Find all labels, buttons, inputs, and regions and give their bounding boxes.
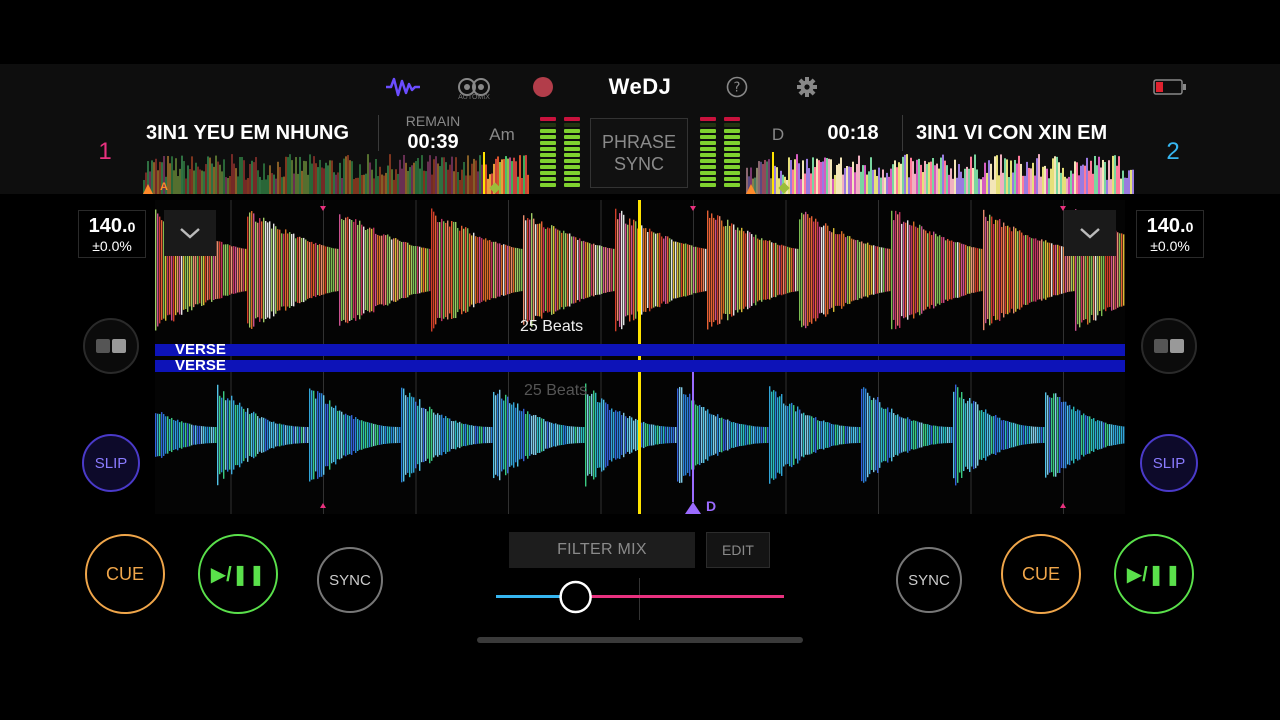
waveform-icon[interactable] <box>384 72 422 102</box>
deck2-bpm-display[interactable]: 140.0 ±0.0% <box>1136 210 1204 258</box>
deck2-section-label: VERSE <box>175 357 226 374</box>
phrase-sync-line1: PHRASE <box>601 132 677 152</box>
deck2-cue-button[interactable]: CUE <box>1001 534 1081 614</box>
deck1-number: 1 <box>98 138 112 165</box>
automix-label: AUTOMIX <box>458 94 490 101</box>
deck1-level-meter-r <box>564 117 580 189</box>
divider <box>378 115 379 151</box>
deck1-overview-waveform[interactable] <box>143 152 529 194</box>
phrase-sync-button[interactable]: PHRASE SYNC <box>590 118 688 188</box>
deck2-number: 2 <box>1166 138 1180 165</box>
deck1-sync-button[interactable]: SYNC <box>317 547 383 613</box>
deck1-section-label: VERSE <box>175 341 226 358</box>
divider <box>902 115 903 151</box>
deck2-level-meter-r <box>724 117 740 189</box>
record-icon[interactable] <box>530 72 556 102</box>
deck2-bpm-decimal: 0 <box>1185 219 1194 235</box>
deck1-beats-label: 25 Beats <box>520 318 584 335</box>
deck1-bpm-main: 140. <box>88 215 128 237</box>
deck1-pad-toggle-button[interactable] <box>83 318 139 374</box>
deck2-phrase-bar: VERSE <box>155 357 1125 374</box>
deck1-hotcue-marker-label: A <box>160 181 168 193</box>
automix-icon[interactable]: AUTOMIX <box>454 72 494 102</box>
deck1-phrase-bar: VERSE <box>155 341 1125 358</box>
deck1-bpm-display[interactable]: 140.0 ±0.0% <box>78 210 146 258</box>
filter-mix-button[interactable]: FILTER MIX <box>509 532 695 568</box>
deck2-key: D <box>771 125 785 144</box>
crossfader[interactable] <box>496 578 784 620</box>
deck1-remain-label: REMAIN <box>405 113 461 129</box>
pad-toggle-icon <box>96 339 126 353</box>
deck1-expand-button[interactable] <box>164 210 216 256</box>
deck2-track-title[interactable]: 3IN1 VI CON XIN EM <box>916 122 1128 145</box>
battery-icon <box>1150 72 1190 102</box>
deck2-pitch: ±0.0% <box>1150 238 1190 254</box>
deck1-bpm-decimal: 0 <box>127 219 136 235</box>
svg-text:?: ? <box>734 81 741 96</box>
deck2-level-meter-l <box>700 117 716 189</box>
deck1-time[interactable]: 00:39 <box>398 131 468 154</box>
deck2-bpm-main: 140. <box>1146 215 1186 237</box>
deck2-expand-button[interactable] <box>1064 210 1116 256</box>
gear-icon[interactable] <box>794 72 820 102</box>
deck2-overview-waveform[interactable] <box>746 152 1134 194</box>
deck2-sync-button[interactable]: SYNC <box>896 547 962 613</box>
deck1-bpm: 140.0 <box>79 215 145 238</box>
main-waveform-area[interactable] <box>155 200 1125 514</box>
deck2-time[interactable]: 00:18 <box>818 122 888 145</box>
deck2-slip-button[interactable]: SLIP <box>1140 434 1198 492</box>
chevron-down-icon <box>180 228 200 239</box>
deck1-key: Am <box>489 125 515 144</box>
deck1-slip-button[interactable]: SLIP <box>82 434 140 492</box>
deck2-pad-toggle-button[interactable] <box>1141 318 1197 374</box>
chevron-down-icon <box>1080 228 1100 239</box>
deck2-beats-label: 25 Beats <box>524 382 588 399</box>
app-logo: WeDJ <box>608 74 672 99</box>
deck1-cue-button[interactable]: CUE <box>85 534 165 614</box>
deck1-play-pause-button[interactable]: ▶/❚❚ <box>198 534 278 614</box>
deck2-hotcue-marker-label: D <box>706 498 717 514</box>
help-icon[interactable]: ? <box>724 72 750 102</box>
crossfader-knob[interactable] <box>559 580 592 614</box>
deck1-pitch: ±0.0% <box>92 238 132 254</box>
deck1-level-meter-l <box>540 117 556 189</box>
edit-button[interactable]: EDIT <box>706 532 770 568</box>
home-indicator[interactable] <box>477 637 803 643</box>
pad-toggle-icon <box>1154 339 1184 353</box>
deck1-track-title[interactable]: 3IN1 YEU EM NHUNG <box>146 122 368 145</box>
deck2-bpm: 140.0 <box>1137 215 1203 238</box>
phrase-sync-line2: SYNC <box>613 154 664 174</box>
deck2-play-pause-button[interactable]: ▶/❚❚ <box>1114 534 1194 614</box>
